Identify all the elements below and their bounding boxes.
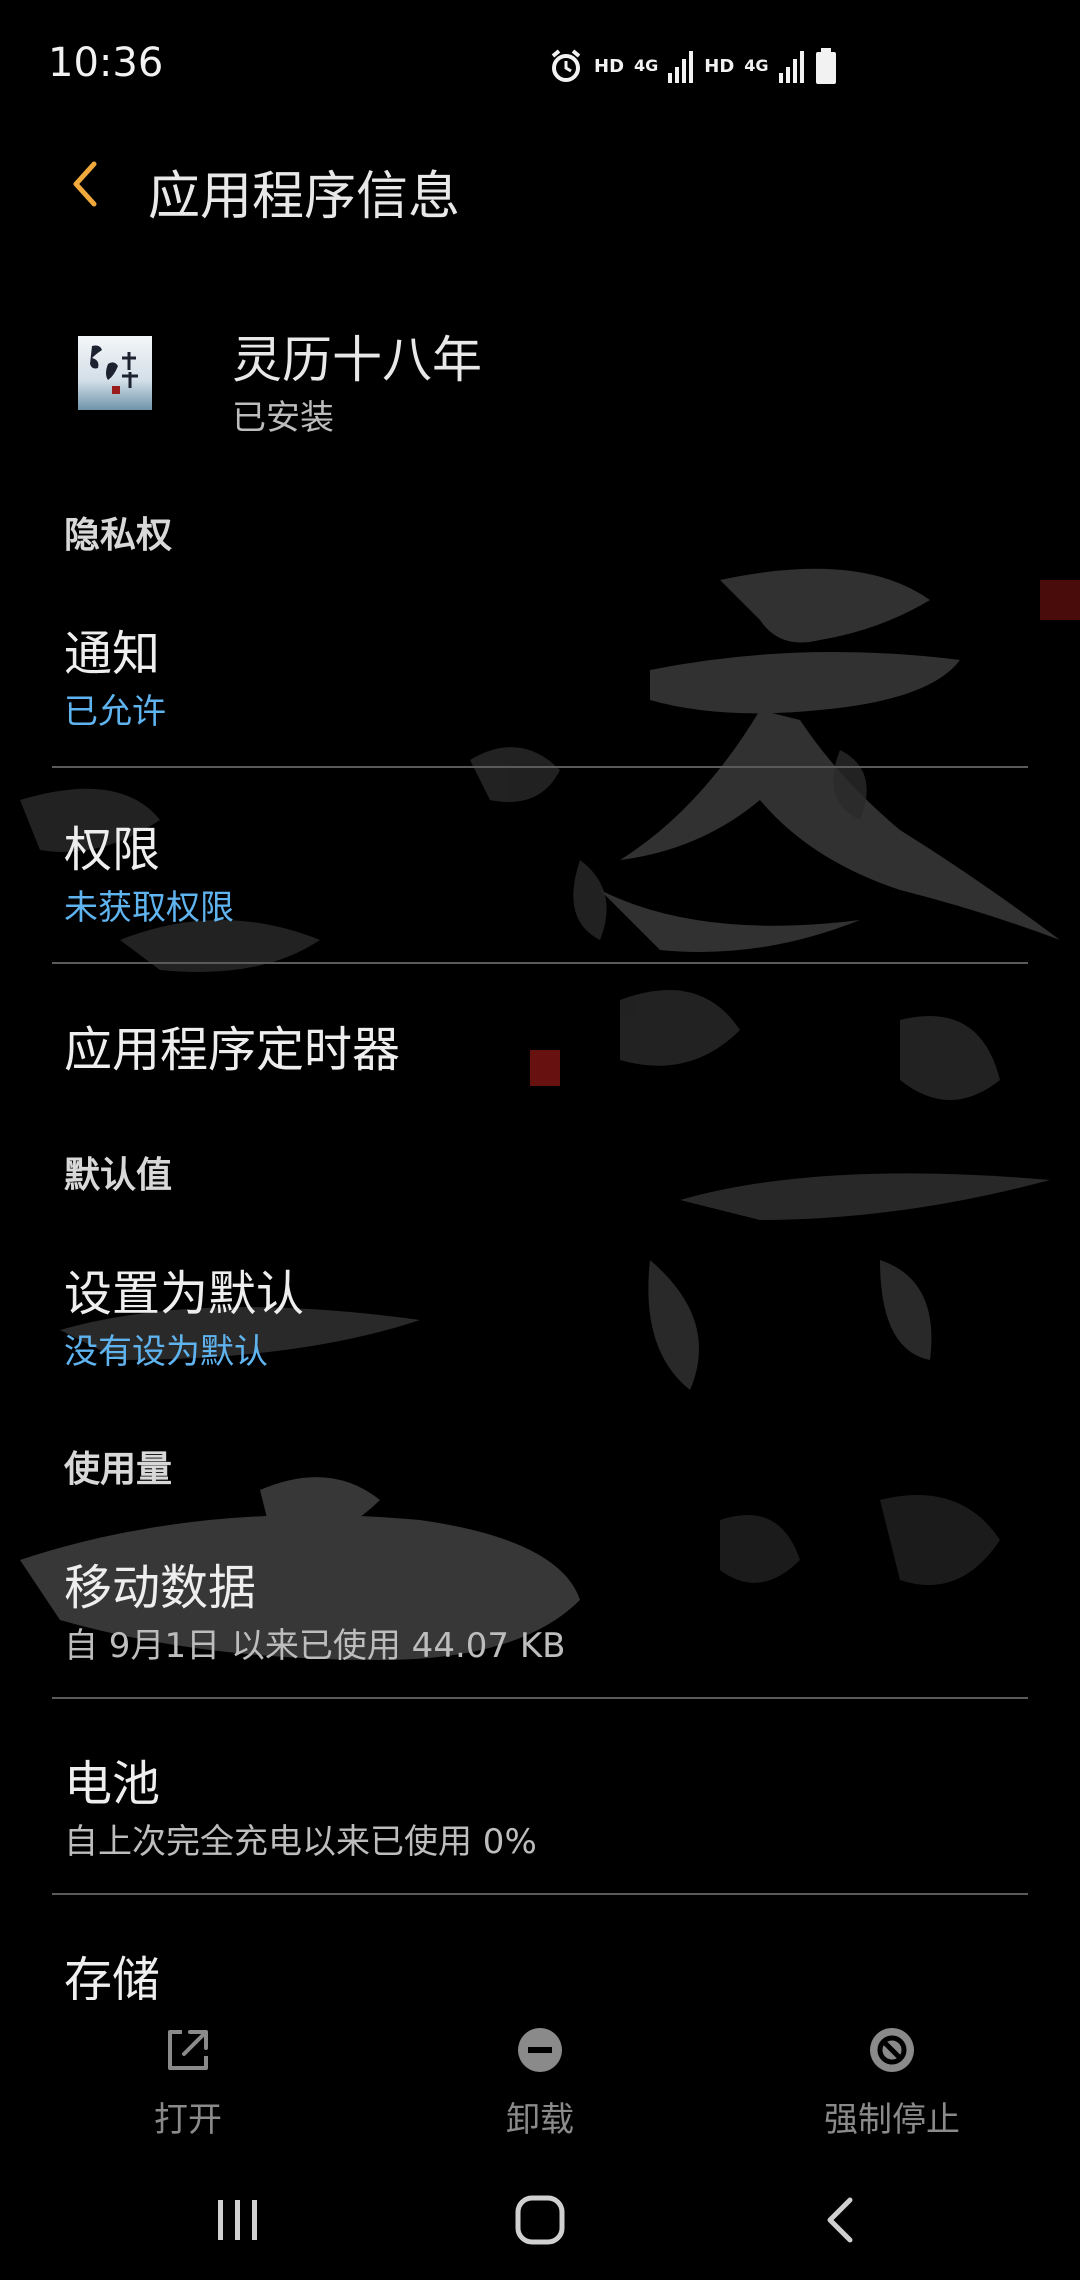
signal-icon (778, 51, 804, 83)
storage-item[interactable]: 存储 (52, 1936, 1028, 2008)
block-icon (860, 2018, 924, 2082)
back-button[interactable] (56, 152, 120, 216)
set-default-value: 没有设为默认 (64, 1332, 268, 1372)
hd-label: HD (594, 55, 625, 77)
notifications-item[interactable]: 通知 已允许 (52, 610, 1028, 760)
alarm-icon (551, 49, 581, 82)
bottom-action-bar: 打开 卸载 强制停止 (0, 2000, 1080, 2140)
app-info-screen: 10:36 HD 4G HD 4G 应用程序信息 灵历十八年 已安装 隐私权 通… (0, 0, 1080, 2280)
recents-button[interactable] (198, 2180, 278, 2260)
notifications-value: 已允许 (64, 692, 166, 732)
home-button[interactable] (500, 2180, 580, 2260)
status-icons: HD 4G HD 4G (548, 46, 837, 86)
home-icon (515, 2195, 565, 2245)
app-icon (78, 336, 152, 410)
divider (52, 1893, 1028, 1895)
app-header: 灵历十八年 已安装 (0, 300, 1080, 450)
uninstall-label: 卸载 (506, 2100, 574, 2140)
divider (52, 962, 1028, 964)
app-name: 灵历十八年 (232, 331, 482, 389)
hd-label: HD (704, 55, 735, 77)
force-stop-button[interactable]: 强制停止 (772, 2018, 1012, 2141)
nav-back-button[interactable] (802, 2180, 882, 2260)
mobile-data-item[interactable]: 移动数据 自 9月1日 以来已使用 44.07 KB (52, 1544, 1028, 1694)
status-bar: 10:36 HD 4G HD 4G (0, 0, 1080, 130)
app-bar: 应用程序信息 (0, 130, 1080, 240)
force-stop-label: 强制停止 (824, 2100, 960, 2140)
network-type-label: 4G (744, 56, 769, 75)
set-default-label: 设置为默认 (64, 1266, 305, 1322)
divider (52, 1697, 1028, 1699)
battery-item[interactable]: 电池 自上次完全充电以来已使用 0% (52, 1740, 1028, 1890)
section-header-defaults: 默认值 (64, 1155, 173, 1196)
battery-value: 自上次完全充电以来已使用 0% (64, 1822, 537, 1862)
app-logo-art (78, 336, 152, 410)
battery-label: 电池 (64, 1756, 161, 1812)
permissions-label: 权限 (64, 822, 161, 878)
network-type-label: 4G (634, 56, 659, 75)
app-install-status: 已安装 (232, 398, 334, 438)
signal-icon (668, 51, 694, 83)
minus-circle-icon (508, 2018, 572, 2082)
back-icon (827, 2197, 853, 2243)
section-header-privacy: 隐私权 (64, 515, 173, 556)
permissions-item[interactable]: 权限 未获取权限 (52, 806, 1028, 956)
open-button[interactable]: 打开 (68, 2018, 308, 2141)
divider (52, 766, 1028, 768)
open-external-icon (156, 2018, 220, 2082)
permissions-value: 未获取权限 (64, 888, 234, 928)
set-default-item[interactable]: 设置为默认 没有设为默认 (52, 1250, 1028, 1400)
mobile-data-value: 自 9月1日 以来已使用 44.07 KB (64, 1626, 566, 1666)
system-nav-bar (0, 2150, 1080, 2280)
page-title: 应用程序信息 (148, 167, 461, 227)
status-time: 10:36 (48, 40, 164, 86)
recents-icon (218, 2200, 257, 2240)
section-header-usage: 使用量 (64, 1449, 173, 1490)
chevron-left-icon (73, 161, 97, 207)
uninstall-button[interactable]: 卸载 (420, 2018, 660, 2141)
mobile-data-label: 移动数据 (64, 1560, 257, 1616)
open-label: 打开 (154, 2100, 222, 2140)
notifications-label: 通知 (64, 626, 161, 682)
app-timer-label: 应用程序定时器 (64, 1022, 401, 1078)
battery-icon (815, 48, 836, 84)
app-timer-item[interactable]: 应用程序定时器 (52, 1004, 1028, 1104)
